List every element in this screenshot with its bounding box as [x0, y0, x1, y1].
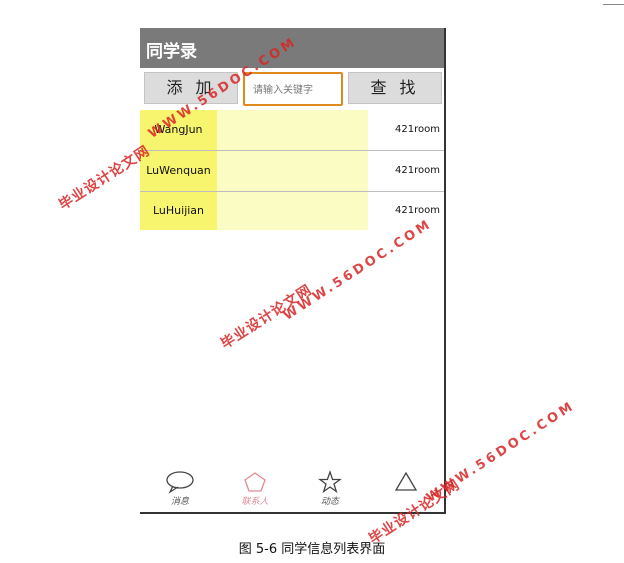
search-box[interactable]	[243, 72, 345, 106]
tab-moments[interactable]: 动态	[300, 468, 360, 512]
triangle-icon	[394, 471, 418, 491]
bottom-tab-bar: 消息 联系人 动态	[140, 468, 444, 512]
pentagon-icon	[244, 472, 266, 492]
tab-label: 动态	[320, 497, 339, 507]
figure-caption: 图 5-6 同学信息列表界面	[238, 542, 386, 557]
watermark-cn: 毕业设计论文网	[56, 142, 153, 214]
tab-contacts[interactable]: 联系人	[225, 468, 285, 512]
contact-list: WangJun 421room LuWenquan 421room LuHuij…	[140, 110, 444, 230]
speech-bubble-icon	[166, 471, 194, 494]
corner-mark	[603, 0, 624, 5]
tab-messages[interactable]: 消息	[150, 468, 210, 512]
contact-name: LuHuijian	[152, 204, 205, 217]
app-title: 同学录	[146, 42, 197, 62]
phone-screen: 同学录 添 加 查 找 WangJun 421room LuWenquan 42…	[140, 28, 446, 514]
contact-room: 421room	[395, 124, 440, 135]
star-icon	[318, 470, 342, 494]
list-item[interactable]: LuWenquan 421room	[140, 151, 444, 192]
row-highlight	[217, 192, 368, 230]
list-item[interactable]: LuHuijian 421room	[140, 192, 444, 230]
contact-room: 421room	[395, 165, 440, 176]
tab-label: 联系人	[241, 497, 269, 507]
row-highlight	[217, 110, 368, 150]
tab-label: 消息	[170, 497, 189, 507]
row-highlight	[217, 151, 368, 191]
search-input[interactable]	[251, 75, 345, 105]
find-button[interactable]: 查 找	[348, 72, 442, 104]
